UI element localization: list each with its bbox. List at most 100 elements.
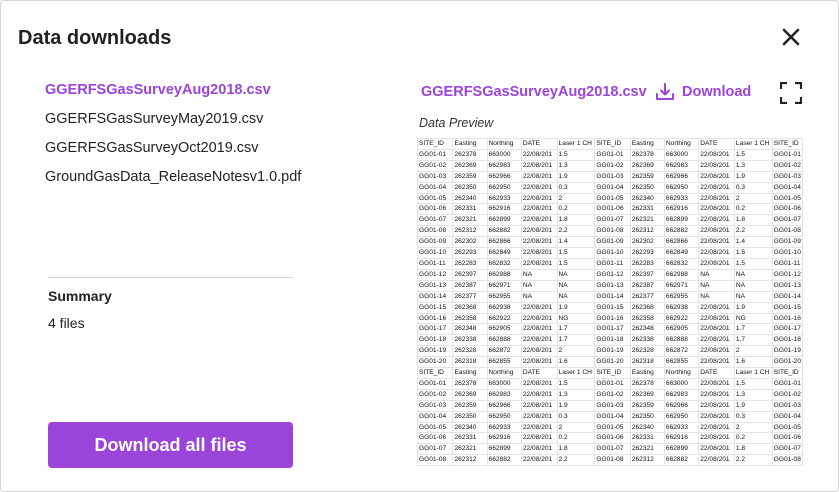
preview-cell: NA <box>556 268 596 281</box>
file-item-may2019[interactable]: GGERFSGasSurveyMay2019.csv <box>45 111 263 127</box>
preview-cell: 22/08/201 <box>698 454 735 467</box>
preview-cell: 262377 <box>629 290 665 303</box>
preview-cell: GG01-04 <box>594 181 631 194</box>
preview-cell: 1.7 <box>733 334 773 347</box>
preview-cell: 662988 <box>663 268 700 281</box>
preview-cell: 2.2 <box>556 454 596 467</box>
preview-cell: 262302 <box>452 236 488 249</box>
preview-cell: GG01-06 <box>771 432 803 445</box>
preview-cell: 262359 <box>452 399 488 412</box>
preview-cell: GG01-08 <box>594 454 631 467</box>
preview-cell: GG01-16 <box>594 312 631 325</box>
preview-cell: GG01-02 <box>771 388 803 401</box>
download-button[interactable]: Download <box>654 82 751 102</box>
preview-cell: 662955 <box>486 290 522 303</box>
preview-cell: 1.5 <box>556 247 596 259</box>
preview-row: GG01-11 262283 662832 22/08/201 1.5 GG01-11 26… <box>417 257 803 270</box>
fullscreen-button[interactable] <box>779 81 803 105</box>
preview-cell: GG01-03 <box>771 399 803 412</box>
preview-cell: 262328 <box>452 345 488 358</box>
file-item-aug2018[interactable]: GGERFSGasSurveyAug2018.csv <box>45 82 271 98</box>
preview-cell: 22/08/201 <box>520 377 558 390</box>
preview-cell: GG01-08 <box>417 225 454 238</box>
download-all-button[interactable]: Download all files <box>48 422 293 468</box>
preview-cell: 662933 <box>663 421 700 434</box>
preview-cell: 22/08/201 <box>520 399 558 412</box>
preview-cell: GG01-06 <box>594 432 631 445</box>
preview-row: GG01-01 262378 663000 22/08/201 1.5 GG01-01 26… <box>417 148 803 161</box>
preview-cell: 662922 <box>486 312 522 325</box>
preview-cell: NA <box>698 279 735 292</box>
preview-cell: 262369 <box>452 388 488 401</box>
preview-cell: 22/08/201 <box>698 247 735 259</box>
preview-cell: 22/08/201 <box>520 410 558 423</box>
preview-cell: 1.9 <box>556 301 596 314</box>
preview-cell: 22/08/201 <box>698 432 735 445</box>
preview-cell: 262358 <box>629 312 665 325</box>
preview-cell: 22/08/201 <box>698 334 735 347</box>
preview-cell: 262359 <box>629 399 665 412</box>
preview-cell: GG01-11 <box>417 257 454 270</box>
download-label: Download <box>682 84 752 100</box>
preview-cell: GG01-14 <box>771 290 803 303</box>
preview-cell: NA <box>698 290 735 303</box>
preview-cell: 262350 <box>452 410 488 423</box>
preview-cell: GG01-10 <box>594 247 631 259</box>
preview-cell: 262350 <box>452 181 488 194</box>
preview-cell: 262387 <box>629 279 665 292</box>
preview-cell: 22/08/201 <box>520 181 558 194</box>
preview-cell: GG01-10 <box>417 247 454 259</box>
preview-cell: 1.9 <box>733 301 773 314</box>
preview-cell: GG01-04 <box>771 410 803 423</box>
preview-cell: GG01-03 <box>417 170 454 183</box>
preview-cell: 662888 <box>486 334 522 347</box>
close-button[interactable] <box>779 25 803 49</box>
preview-cell: GG01-01 <box>417 377 454 390</box>
preview-cell: 662905 <box>663 323 700 336</box>
preview-cell: 262331 <box>452 432 488 445</box>
preview-row: GG01-03 262359 662966 22/08/201 1.9 GG01-03 26… <box>417 399 803 412</box>
preview-cell: 662855 <box>486 356 522 369</box>
preview-row: GG01-09 262302 662866 22/08/201 1.4 GG01-09 26… <box>417 236 803 249</box>
file-item-release-notes[interactable]: GroundGasData_ReleaseNotesv1.0.pdf <box>45 169 301 185</box>
preview-cell: 1.8 <box>556 443 596 456</box>
preview-row: GG01-08 262312 662882 22/08/201 2.2 GG01-08 26… <box>417 225 803 238</box>
preview-cell: GG01-06 <box>594 203 631 216</box>
preview-cell: GG01-20 <box>417 356 454 369</box>
preview-cell: GG01-14 <box>417 290 454 303</box>
preview-cell: 262350 <box>629 181 665 194</box>
preview-cell: 262338 <box>452 334 488 347</box>
preview-cell: 1.5 <box>556 377 596 390</box>
preview-cell: 262312 <box>629 454 665 467</box>
preview-cell: 662950 <box>486 410 522 423</box>
preview-cell: GG01-17 <box>594 323 631 336</box>
preview-cell: 262312 <box>452 454 488 467</box>
preview-cell: 662882 <box>663 225 700 238</box>
preview-cell: 22/08/201 <box>698 236 735 249</box>
preview-cell: GG01-08 <box>594 225 631 238</box>
preview-cell: GG01-03 <box>594 399 631 412</box>
file-item-oct2019[interactable]: GGERFSGasSurveyOct2019.csv <box>45 140 259 156</box>
preview-cell: NA <box>733 290 773 303</box>
preview-cell: DATE <box>520 138 558 150</box>
preview-cell: 662966 <box>486 399 522 412</box>
preview-cell: 662950 <box>486 181 522 194</box>
preview-cell: 1.7 <box>556 323 596 336</box>
preview-cell: 1.6 <box>556 356 596 369</box>
preview-cell: 262312 <box>452 225 488 238</box>
preview-cell: Laser 1 CH <box>733 367 773 379</box>
preview-cell: 22/08/201 <box>520 225 558 238</box>
preview-cell: GG01-01 <box>771 377 803 390</box>
preview-cell: 22/08/201 <box>698 148 735 161</box>
preview-cell: Laser 1 CH <box>556 138 596 150</box>
preview-cell: 662916 <box>486 203 522 216</box>
preview-cell: GG01-02 <box>594 159 631 172</box>
preview-row: GG01-14 262377 662955 NA NA GG01-14 262377 6629… <box>417 290 803 303</box>
preview-cell: 262283 <box>452 257 488 270</box>
preview-cell: GG01-16 <box>771 312 803 325</box>
preview-cell: 22/08/201 <box>698 345 735 358</box>
preview-cell: GG01-08 <box>771 454 803 467</box>
preview-cell: GG01-18 <box>417 334 454 347</box>
preview-cell: GG01-07 <box>771 443 803 456</box>
preview-cell: GG01-04 <box>417 410 454 423</box>
